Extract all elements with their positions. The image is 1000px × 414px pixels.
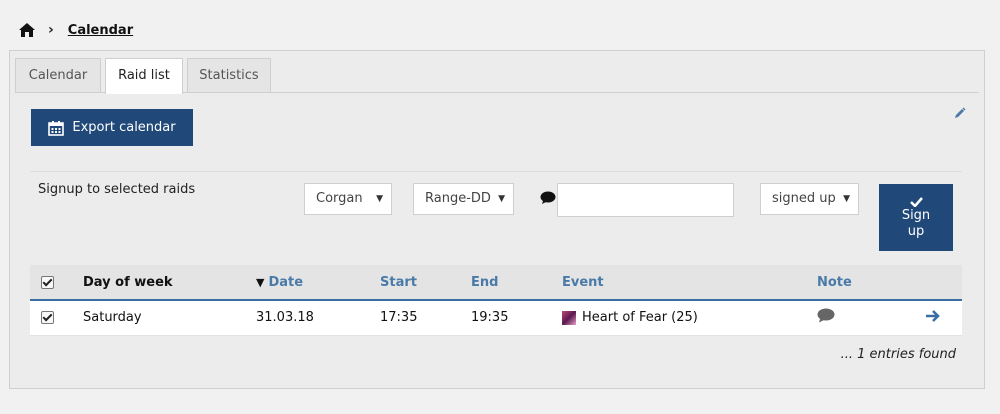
tab-calendar[interactable]: Calendar — [15, 58, 101, 92]
home-icon[interactable] — [18, 21, 36, 39]
row-date: 31.03.18 — [256, 310, 314, 326]
col-date[interactable]: Date — [268, 275, 303, 290]
row-checkbox[interactable] — [41, 311, 54, 325]
tab-statistics[interactable]: Statistics — [187, 58, 271, 92]
sign-up-button[interactable]: Sign up — [879, 184, 953, 251]
main-panel: Calendar Raid list Statistics Export cal… — [9, 50, 985, 389]
entries-found-text: ... 1 entries found — [840, 347, 956, 362]
select-all-checkbox[interactable] — [41, 275, 54, 289]
row-event-cell: Heart of Fear (25) — [562, 300, 817, 335]
row-event[interactable]: Heart of Fear (25) — [582, 310, 698, 325]
signup-row: Signup to selected raids Corgan ▼ Range-… — [30, 171, 962, 262]
row-start: 17:35 — [380, 310, 418, 326]
comment-icon — [540, 191, 556, 209]
status-select[interactable]: signed up ▼ — [760, 183, 859, 215]
comment-icon[interactable] — [817, 308, 835, 327]
sort-desc-icon: ▼ — [256, 275, 265, 289]
event-icon — [562, 310, 576, 325]
check-icon — [909, 197, 923, 207]
select-all-cell — [30, 265, 83, 300]
col-action — [915, 265, 962, 300]
col-event[interactable]: Event — [562, 265, 817, 300]
breadcrumb: › Calendar — [18, 20, 133, 40]
sign-up-label: Sign up — [901, 208, 931, 239]
row-end: 19:35 — [471, 310, 509, 326]
note-input[interactable] — [557, 183, 734, 217]
col-note[interactable]: Note — [817, 265, 915, 300]
role-select[interactable]: Range-DD ▼ — [413, 183, 514, 215]
col-end[interactable]: End — [471, 265, 562, 300]
row-day: Saturday — [83, 310, 142, 326]
character-select-value: Corgan — [316, 191, 363, 206]
row-note-cell — [817, 300, 915, 335]
col-start[interactable]: Start — [380, 265, 471, 300]
col-date-header[interactable]: ▼ Date — [256, 265, 380, 300]
tab-raid-list[interactable]: Raid list — [105, 58, 183, 94]
pencil-icon[interactable] — [954, 107, 966, 123]
chevron-down-icon: ▼ — [376, 194, 383, 204]
export-calendar-label: Export calendar — [72, 120, 176, 135]
col-day: Day of week — [83, 274, 173, 290]
arrow-right-icon[interactable] — [925, 309, 941, 327]
table-row[interactable]: Saturday 31.03.18 17:35 19:35 Heart of F… — [30, 300, 962, 335]
signup-label: Signup to selected raids — [38, 182, 196, 197]
chevron-right-icon: › — [48, 22, 54, 38]
status-select-value: signed up — [772, 191, 836, 206]
chevron-down-icon: ▼ — [843, 194, 850, 204]
role-select-value: Range-DD — [425, 191, 491, 206]
calendar-icon — [48, 120, 65, 136]
row-action-cell — [915, 300, 962, 335]
table-header-row: Day of week ▼ Date Start End Event Note — [30, 265, 962, 300]
row-select-cell — [30, 300, 83, 335]
chevron-down-icon: ▼ — [498, 194, 505, 204]
character-select[interactable]: Corgan ▼ — [304, 183, 392, 215]
breadcrumb-calendar-link[interactable]: Calendar — [68, 23, 133, 38]
raid-table: Day of week ▼ Date Start End Event Note S… — [30, 265, 962, 336]
export-calendar-button[interactable]: Export calendar — [31, 109, 193, 146]
